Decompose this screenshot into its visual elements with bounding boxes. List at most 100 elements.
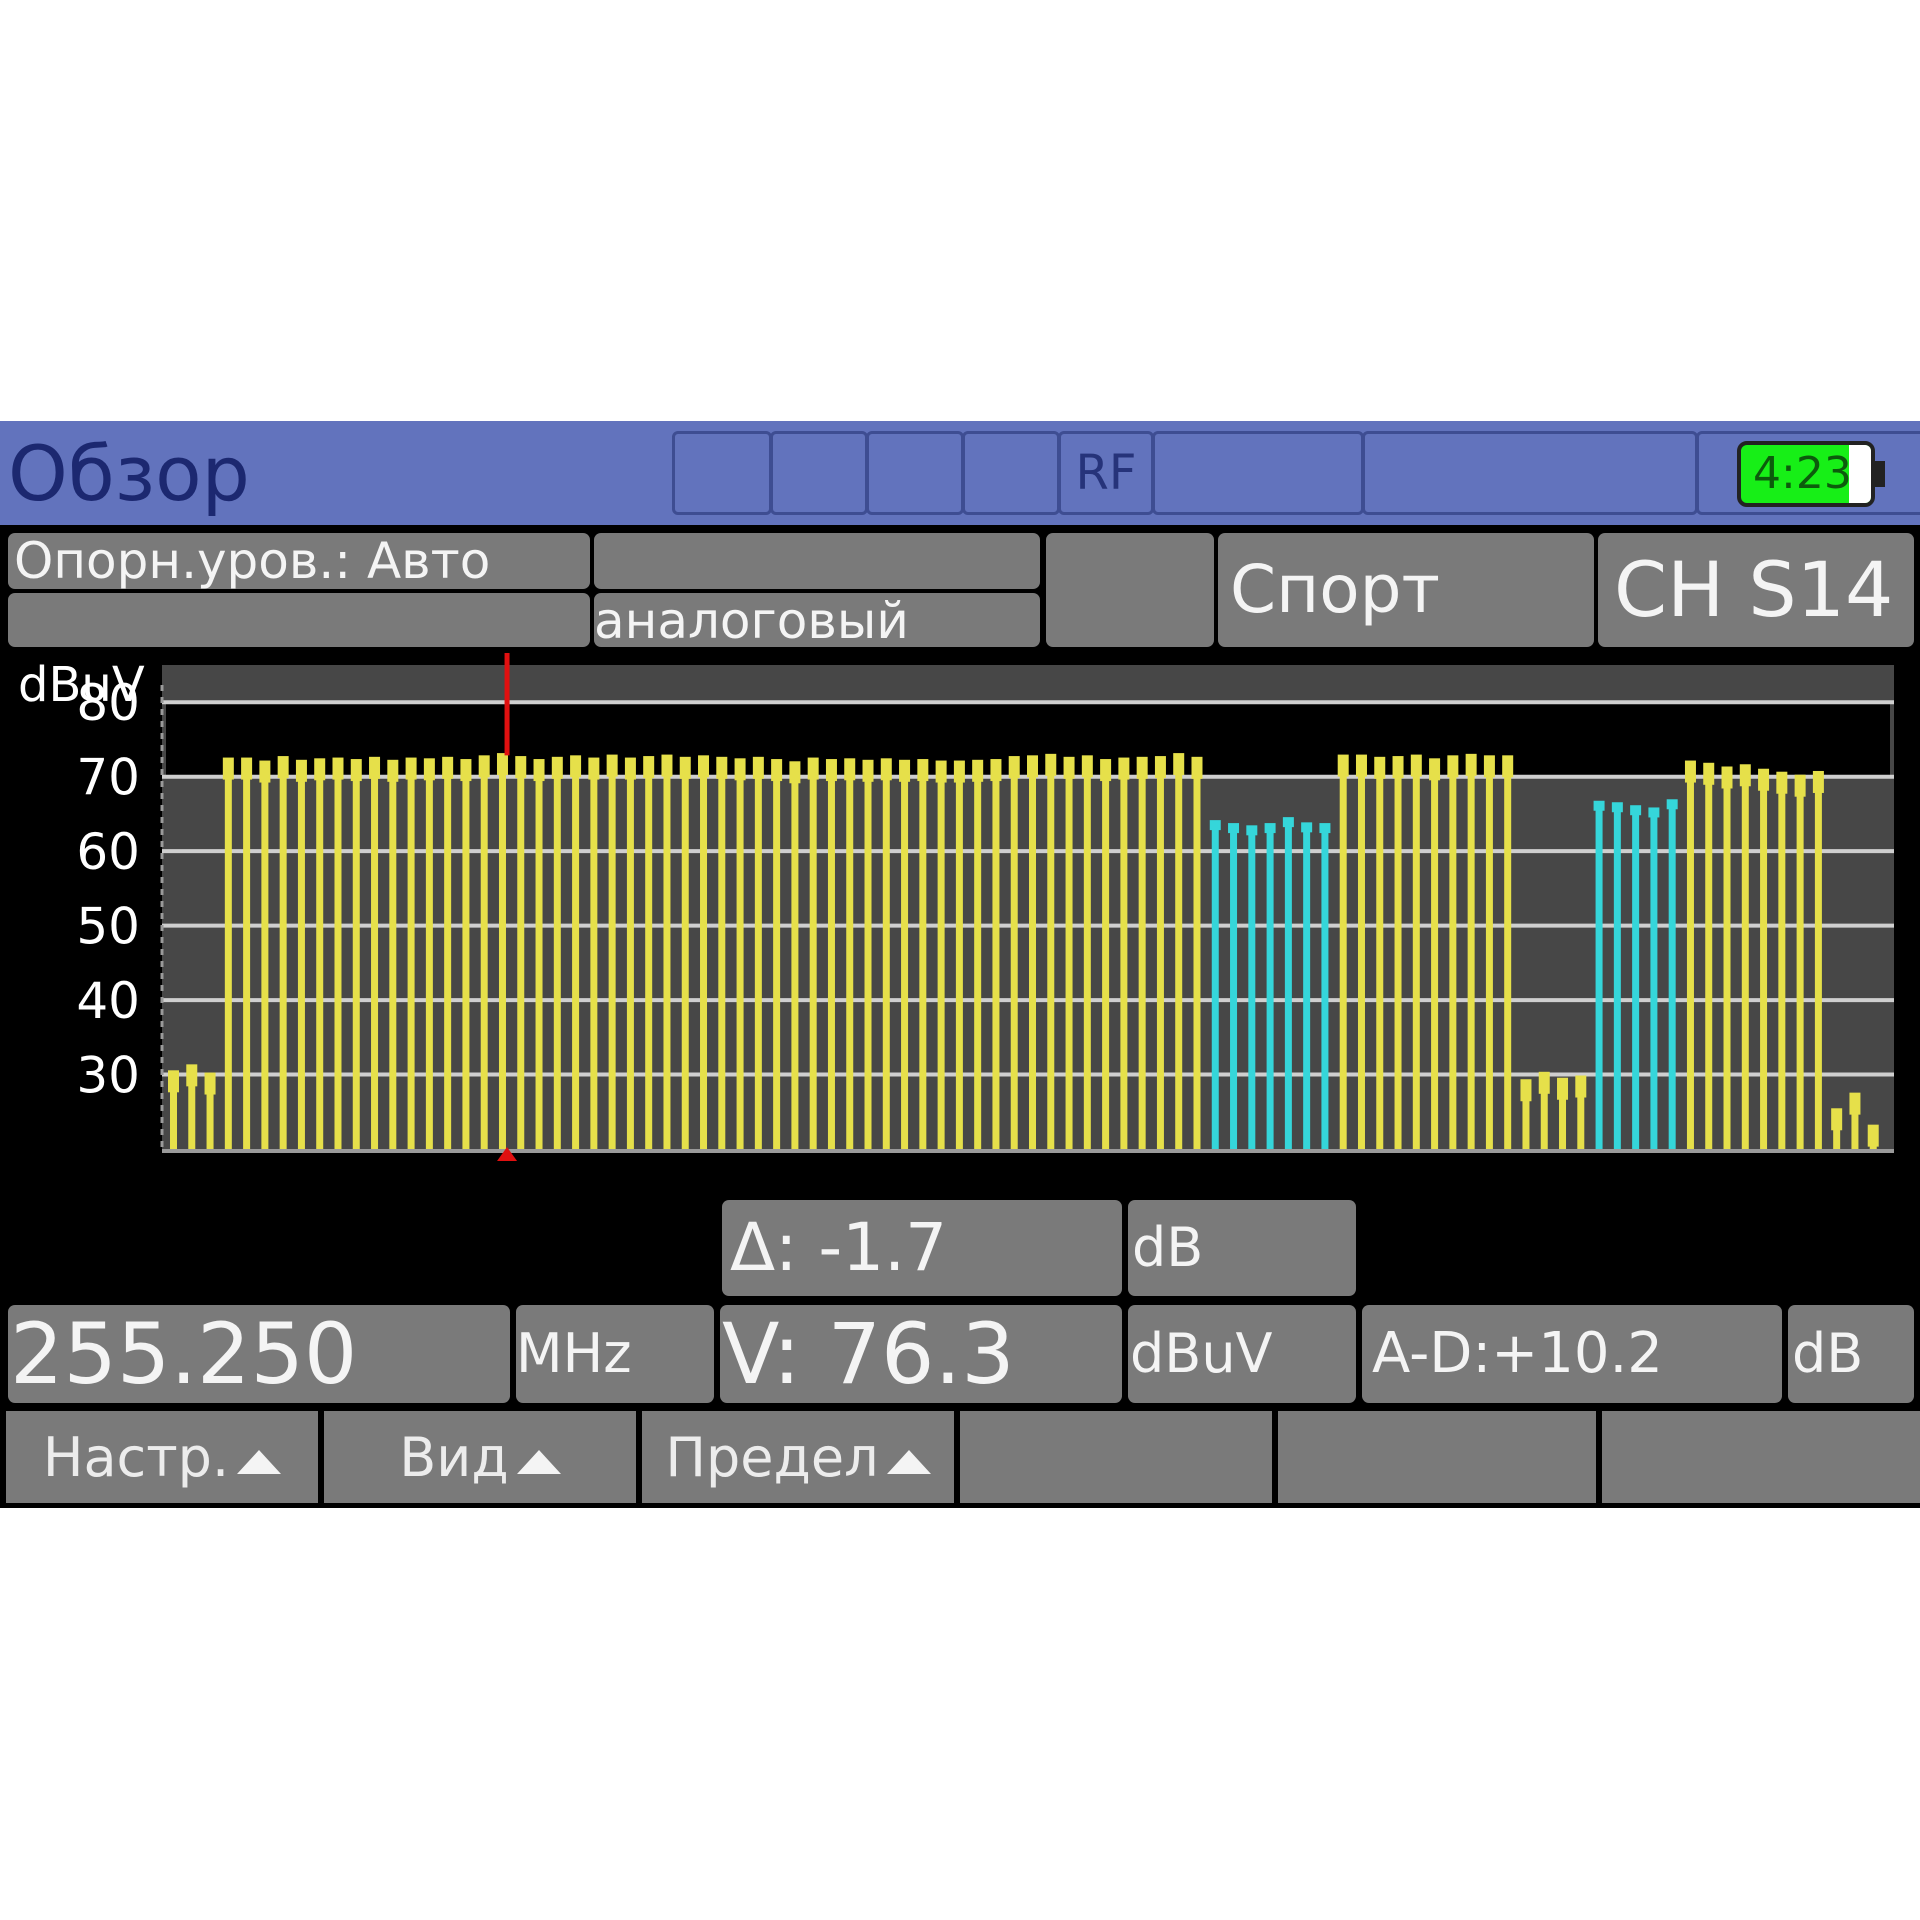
analog-channel-bar <box>553 758 561 1149</box>
softkey-5[interactable] <box>1278 1411 1596 1503</box>
bar-cap <box>1410 754 1422 777</box>
channel-plan[interactable]: Спорт <box>1218 533 1594 647</box>
analog-channel-bar <box>1357 756 1365 1149</box>
bar-cap <box>1264 823 1276 834</box>
analog-channel-bar <box>608 756 616 1149</box>
status-slot-6 <box>1152 431 1364 515</box>
bar-cap <box>1483 755 1495 778</box>
bar-cap <box>1118 757 1130 780</box>
channel-name[interactable]: CH S14 <box>1598 533 1914 647</box>
analog-channel-bar <box>1065 758 1073 1149</box>
digital-channel-bar <box>1650 809 1658 1149</box>
ad-ratio-readout: A-D:+10.2 <box>1362 1305 1782 1403</box>
device-screen: Обзор RF 4:23 Опорн.уров.: Авто аналогов… <box>0 421 1920 1508</box>
bar-cap <box>1520 1079 1532 1102</box>
bar-cap <box>1081 755 1093 778</box>
softkey-settings[interactable]: Настр. <box>6 1411 318 1503</box>
info-slot-blank-2 <box>594 533 1040 589</box>
analog-channel-bar <box>1814 772 1822 1149</box>
signal-type[interactable]: аналоговый <box>594 593 1040 647</box>
status-slot-1 <box>672 431 772 515</box>
analog-channel-bar <box>1449 757 1457 1149</box>
bar-cap <box>204 1072 216 1095</box>
bar-cap <box>460 759 472 782</box>
analog-channel-bar <box>791 763 799 1149</box>
bar-cap <box>1465 753 1477 776</box>
bar-cap <box>1429 758 1441 781</box>
bar-cap <box>1666 799 1678 810</box>
bar-cap <box>369 756 381 779</box>
analog-channel-bar <box>279 758 287 1149</box>
softkey-limit[interactable]: Предел <box>642 1411 954 1503</box>
analog-channel-bar <box>1467 755 1475 1149</box>
analog-channel-bar <box>1760 770 1768 1149</box>
bar-cap <box>1191 756 1203 779</box>
analog-channel-bar <box>937 762 945 1149</box>
bar-cap <box>953 760 965 783</box>
analog-channel-bar <box>1412 756 1420 1149</box>
analog-channel-bar <box>1083 757 1091 1149</box>
softkey-6[interactable] <box>1602 1411 1920 1503</box>
analog-channel-bar <box>334 759 342 1149</box>
bar-cap <box>752 756 764 779</box>
spectrum-chart[interactable]: 807060504030dBuV <box>0 653 1920 1213</box>
analog-channel-bar <box>224 759 232 1149</box>
analog-channel-bar <box>700 757 708 1149</box>
analog-channel-bar <box>681 758 689 1149</box>
softkey-view[interactable]: Вид <box>324 1411 636 1503</box>
analog-channel-bar <box>1138 758 1146 1149</box>
frequency-readout[interactable]: 255.250 <box>8 1305 510 1403</box>
analog-channel-bar <box>517 758 525 1149</box>
analog-channel-bar <box>754 758 762 1149</box>
bar-cap <box>1209 820 1221 831</box>
bar-cap <box>570 755 582 778</box>
analog-channel-bar <box>736 760 744 1149</box>
analog-channel-bar <box>1029 757 1036 1149</box>
rf-indicator: RF <box>1058 431 1154 515</box>
analog-channel-bar <box>243 759 251 1149</box>
digital-channel-bar <box>1632 807 1640 1149</box>
bar-cap <box>1812 770 1824 793</box>
analog-channel-bar <box>444 758 452 1149</box>
ad-ratio-unit: dB <box>1788 1305 1914 1403</box>
bar-cap <box>1392 756 1404 779</box>
frequency-unit: MHz <box>516 1305 714 1403</box>
bar-cap <box>387 759 399 782</box>
bar-cap <box>478 755 490 778</box>
bar-cap <box>1831 1108 1843 1131</box>
analog-channel-bar <box>974 761 982 1149</box>
bar-cap <box>1611 802 1623 813</box>
analog-channel-bar <box>1686 762 1694 1149</box>
triangle-up-icon <box>237 1450 282 1474</box>
status-slot-3 <box>866 431 964 515</box>
analog-channel-bar <box>1504 757 1512 1149</box>
softkey-limit-label: Предел <box>665 1425 879 1489</box>
triangle-up-icon <box>516 1450 561 1474</box>
y-tick-label: 70 <box>76 749 140 807</box>
bar-cap <box>716 756 728 779</box>
softkey-4[interactable] <box>960 1411 1272 1503</box>
bar-cap <box>442 756 454 779</box>
bar-cap <box>1246 825 1258 836</box>
bar-cap <box>405 757 417 780</box>
digital-channel-bar <box>1211 822 1219 1149</box>
bar-cap <box>1630 805 1642 816</box>
analog-channel-bar <box>1175 755 1183 1149</box>
bar-cap <box>807 757 819 780</box>
bar-cap <box>698 755 710 778</box>
reference-level[interactable]: Опорн.уров.: Авто <box>8 533 590 589</box>
bar-cap <box>917 759 929 782</box>
bar-cap <box>1593 800 1605 811</box>
bar-cap <box>899 759 911 782</box>
bar-cap <box>862 759 874 782</box>
analog-channel-bar <box>371 758 379 1149</box>
analog-channel-bar <box>1010 758 1018 1149</box>
bar-cap <box>1684 760 1696 783</box>
analog-channel-bar <box>498 755 506 1149</box>
analog-channel-bar <box>1431 760 1439 1149</box>
bar-cap <box>1538 1071 1550 1094</box>
analog-channel-bar <box>462 761 470 1149</box>
bar-cap <box>168 1070 179 1093</box>
bar-cap <box>241 757 253 780</box>
analog-channel-bar <box>1120 759 1128 1149</box>
